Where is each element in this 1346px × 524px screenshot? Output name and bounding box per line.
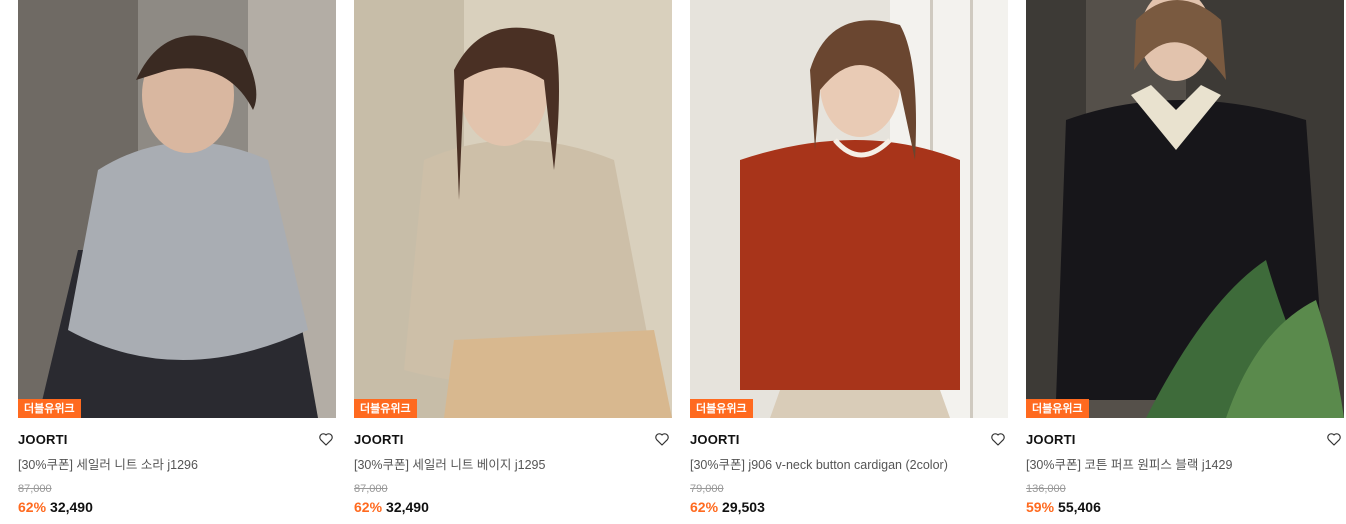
product-name[interactable]: [30%쿠폰] 세일러 니트 베이지 j1295	[354, 457, 672, 473]
product-name[interactable]: [30%쿠폰] j906 v-neck button cardigan (2co…	[690, 457, 1008, 473]
product-card[interactable]: 더블유위크 JOORTI [30%쿠폰] j906 v-neck button …	[690, 0, 1008, 524]
brand-name[interactable]: JOORTI	[1026, 432, 1344, 448]
heart-outline-icon[interactable]	[318, 431, 334, 447]
discount-rate: 62%	[18, 499, 47, 515]
original-price: 87,000	[354, 483, 388, 495]
original-price: 87,000	[18, 483, 52, 495]
product-photo[interactable]: 더블유위크	[354, 0, 672, 418]
product-card[interactable]: 더블유위크 JOORTI [30%쿠폰] 세일러 니트 소라 j1296 87,…	[18, 0, 336, 524]
product-name[interactable]: [30%쿠폰] 코튼 퍼프 원피스 블랙 j1429	[1026, 457, 1344, 473]
heart-outline-icon[interactable]	[654, 431, 670, 447]
product-image	[354, 0, 672, 418]
discount-rate: 59%	[1026, 499, 1055, 515]
product-photo[interactable]: 더블유위크	[690, 0, 1008, 418]
price-row: 59% 55,406	[1026, 499, 1344, 515]
event-badge: 더블유위크	[354, 399, 417, 418]
product-image	[18, 0, 336, 418]
product-card[interactable]: 더블유위크 JOORTI [30%쿠폰] 코튼 퍼프 원피스 블랙 j1429 …	[1026, 0, 1344, 524]
product-card[interactable]: 더블유위크 JOORTI [30%쿠폰] 세일러 니트 베이지 j1295 87…	[354, 0, 672, 524]
heart-outline-icon[interactable]	[990, 431, 1006, 447]
original-price: 79,000	[690, 483, 724, 495]
discount-rate: 62%	[354, 499, 383, 515]
brand-name[interactable]: JOORTI	[354, 432, 672, 448]
product-grid: 더블유위크 JOORTI [30%쿠폰] 세일러 니트 소라 j1296 87,…	[0, 0, 1346, 524]
price-row: 62% 32,490	[18, 499, 336, 515]
sale-price: 55,406	[1058, 499, 1101, 515]
product-photo[interactable]: 더블유위크	[1026, 0, 1344, 418]
price-row: 62% 29,503	[690, 499, 1008, 515]
sale-price: 29,503	[722, 499, 765, 515]
event-badge: 더블유위크	[1026, 399, 1089, 418]
price-row: 62% 32,490	[354, 499, 672, 515]
brand-name[interactable]: JOORTI	[18, 432, 336, 448]
product-name[interactable]: [30%쿠폰] 세일러 니트 소라 j1296	[18, 457, 336, 473]
sale-price: 32,490	[386, 499, 429, 515]
heart-outline-icon[interactable]	[1326, 431, 1342, 447]
brand-name[interactable]: JOORTI	[690, 432, 1008, 448]
original-price: 136,000	[1026, 483, 1066, 495]
product-image	[690, 0, 1008, 418]
event-badge: 더블유위크	[690, 399, 753, 418]
sale-price: 32,490	[50, 499, 93, 515]
product-photo[interactable]: 더블유위크	[18, 0, 336, 418]
event-badge: 더블유위크	[18, 399, 81, 418]
product-image	[1026, 0, 1344, 418]
discount-rate: 62%	[690, 499, 719, 515]
